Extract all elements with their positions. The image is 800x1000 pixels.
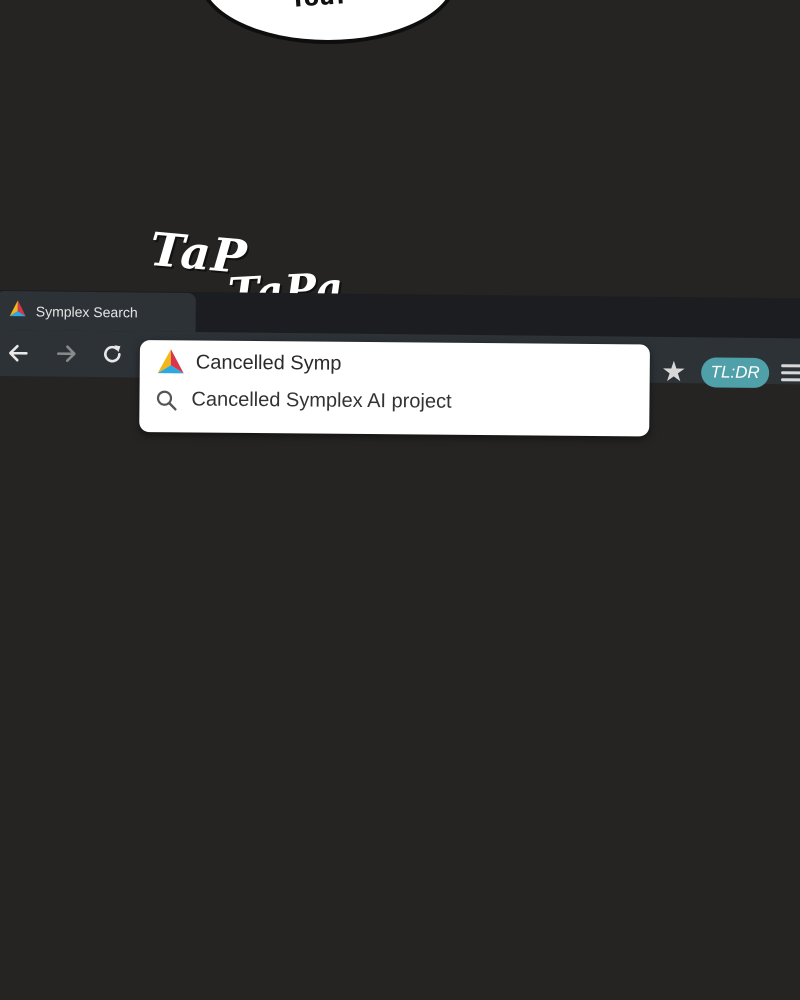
bookmark-star-button[interactable]: ★: [661, 355, 686, 388]
omnibox-input-row: [156, 348, 496, 379]
forward-button[interactable]: [51, 339, 81, 369]
tab-symplex-search[interactable]: Symplex Search: [0, 290, 196, 333]
tldr-extension-button[interactable]: TL:DR: [701, 357, 770, 389]
arrow-right-icon: [57, 345, 76, 363]
address-bar-input[interactable]: [195, 350, 496, 377]
omnibox-dropdown: Cancelled Symplex AI project: [139, 340, 650, 437]
tab-title: Symplex Search: [35, 302, 138, 320]
reload-button[interactable]: [97, 339, 127, 369]
symplex-logo-icon: [157, 349, 184, 374]
suggestion-text: Cancelled Symplex AI project: [191, 388, 452, 413]
back-button[interactable]: [3, 338, 33, 368]
search-icon: [156, 390, 177, 411]
star-icon: ★: [661, 354, 687, 389]
arrow-left-icon: [9, 344, 28, 362]
menu-button[interactable]: [781, 364, 800, 385]
hamburger-menu-icon: [781, 364, 800, 382]
suggestion-item[interactable]: Cancelled Symplex AI project: [155, 388, 452, 414]
reload-icon: [104, 345, 121, 363]
symplex-logo-icon: [8, 299, 28, 323]
